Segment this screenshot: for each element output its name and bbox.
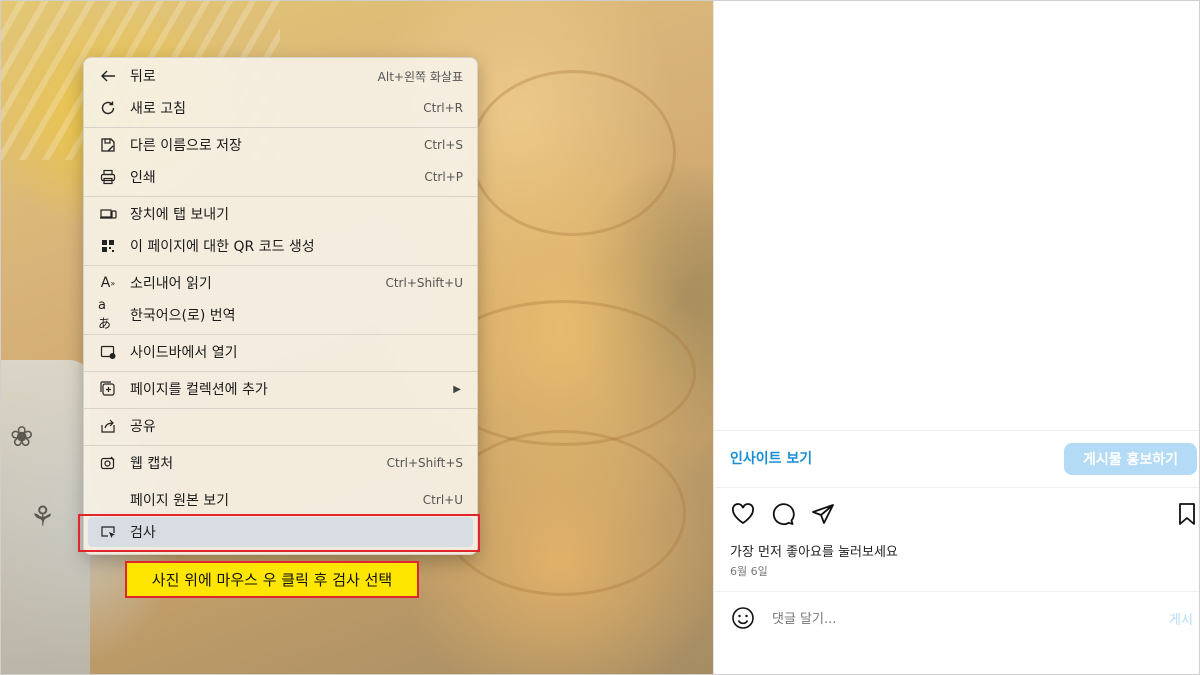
heart-icon[interactable]: [730, 501, 756, 527]
translate-icon: aあ: [98, 298, 112, 332]
post-side-panel: 인사이트 보기 게시물 홍보하기 가장 먼저 좋아요를 눌러보세요 6월 6일 …: [713, 0, 1200, 675]
likes-prompt: 가장 먼저 좋아요를 눌러보세요: [730, 545, 898, 560]
menu-separator: [84, 445, 477, 446]
menu-separator: [84, 334, 477, 335]
web-capture-icon: [98, 453, 118, 473]
send-to-device-icon: [98, 204, 118, 224]
menu-separator: [84, 408, 477, 409]
context-menu: 뒤로 Alt+왼쪽 화살표 새로 고침 Ctrl+R 다른 이름으로 저장 Ct…: [83, 57, 478, 555]
refresh-icon: [98, 98, 118, 118]
menu-item-open-sidebar[interactable]: 사이드바에서 열기: [88, 337, 473, 367]
menu-separator: [84, 196, 477, 197]
qr-code-icon: [98, 236, 118, 256]
save-as-icon: [98, 135, 118, 155]
panel-divider: [714, 487, 1200, 488]
share-send-icon[interactable]: [810, 501, 836, 527]
menu-separator: [84, 127, 477, 128]
cup-doodle: ❀: [10, 420, 34, 453]
sidebar-open-icon: [98, 342, 118, 362]
menu-separator: [84, 265, 477, 266]
comment-input[interactable]: [770, 608, 1104, 630]
menu-item-print[interactable]: 인쇄 Ctrl+P: [88, 162, 473, 192]
cup-doodle: ⚘: [30, 500, 56, 533]
promote-post-button[interactable]: 게시물 홍보하기: [1064, 443, 1197, 475]
print-icon: [98, 167, 118, 187]
menu-item-qr-code[interactable]: 이 페이지에 대한 QR 코드 생성: [88, 231, 473, 261]
bookmark-icon[interactable]: [1174, 501, 1200, 527]
bun-crease: [470, 70, 676, 236]
panel-divider: [714, 591, 1200, 592]
inspect-highlight-box: [78, 514, 480, 552]
comment-icon[interactable]: [770, 501, 796, 527]
share-icon: [98, 416, 118, 436]
back-arrow-icon: [98, 66, 118, 86]
menu-item-share[interactable]: 공유: [88, 411, 473, 441]
menu-item-view-source[interactable]: 페이지 원본 보기 Ctrl+U: [88, 485, 473, 515]
post-comment-button[interactable]: 게시: [1169, 609, 1193, 628]
panel-divider: [714, 430, 1200, 431]
menu-item-back[interactable]: 뒤로 Alt+왼쪽 화살표: [88, 61, 473, 91]
post-date: 6월 6일: [730, 565, 768, 578]
menu-item-add-to-collection[interactable]: 페이지를 컬렉션에 추가 ▶: [88, 374, 473, 404]
view-insights-link[interactable]: 인사이트 보기: [730, 448, 812, 468]
menu-item-save-as[interactable]: 다른 이름으로 저장 Ctrl+S: [88, 130, 473, 160]
menu-item-send-tab[interactable]: 장치에 탭 보내기: [88, 199, 473, 229]
menu-item-web-capture[interactable]: 웹 캡처 Ctrl+Shift+S: [88, 448, 473, 478]
emoji-icon[interactable]: [731, 606, 755, 630]
menu-item-refresh[interactable]: 새로 고침 Ctrl+R: [88, 93, 473, 123]
read-aloud-icon: A»: [100, 275, 116, 291]
menu-separator: [84, 371, 477, 372]
menu-item-read-aloud[interactable]: A» 소리내어 읽기 Ctrl+Shift+U: [88, 268, 473, 298]
collections-add-icon: [98, 379, 118, 399]
submenu-arrow-icon: ▶: [453, 383, 461, 395]
menu-item-translate[interactable]: aあ 한국어으(로) 번역: [88, 298, 473, 332]
instruction-callout: 사진 위에 마우스 우 클릭 후 검사 선택: [125, 561, 419, 598]
